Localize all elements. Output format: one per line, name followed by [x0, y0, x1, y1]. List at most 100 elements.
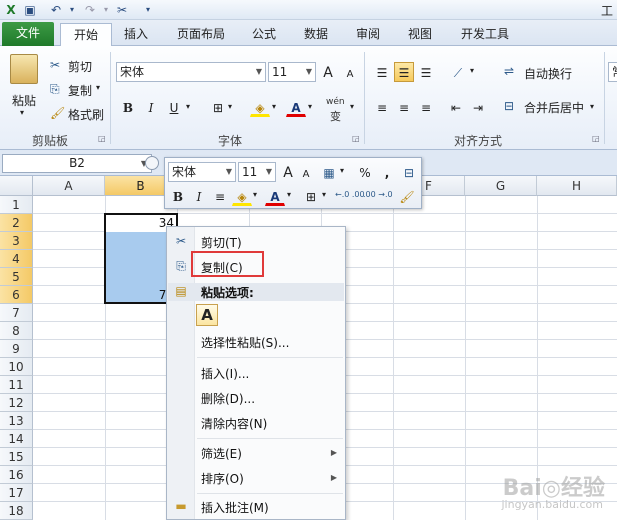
mini-comma-button[interactable]: , — [377, 162, 397, 182]
tab-file[interactable]: 文件 — [2, 22, 54, 46]
font-size-combo[interactable]: 11 ▼ — [268, 62, 316, 82]
mini-shrink-font-button[interactable]: A — [296, 164, 316, 184]
row-header[interactable]: 1 — [0, 196, 33, 214]
row-header[interactable]: 14 — [0, 430, 33, 448]
mini-bold-button[interactable]: B — [168, 186, 188, 206]
bold-button[interactable]: B — [118, 97, 138, 117]
customize-qat-icon[interactable]: ▾ — [140, 2, 156, 18]
orientation-dropdown-icon[interactable]: ▾ — [470, 66, 474, 75]
mini-percent-button[interactable]: % — [355, 162, 375, 182]
row-header[interactable]: 9 — [0, 340, 33, 358]
menu-item-clear-contents[interactable]: 清除内容(N) — [201, 415, 267, 432]
paste-button[interactable]: 粘贴 — [12, 92, 36, 109]
clipboard-launcher-icon[interactable]: ◲ — [98, 134, 106, 143]
mini-format-painter-icon[interactable]: 🖌 — [397, 186, 417, 206]
mini-number-format-dropdown-icon[interactable]: ▾ — [340, 166, 344, 175]
row-header[interactable]: 15 — [0, 448, 33, 466]
cut-button[interactable]: 剪切 — [68, 58, 92, 75]
menu-item-delete[interactable]: 删除(D)... — [201, 390, 255, 407]
menu-item-paste-special[interactable]: 选择性粘贴(S)... — [201, 334, 289, 351]
row-header[interactable]: 18 — [0, 502, 33, 520]
menu-item-insert-comment[interactable]: 插入批注(M) — [201, 499, 269, 516]
mini-center-icon[interactable]: ≡ — [210, 186, 230, 206]
mini-number-format-icon[interactable]: ▦ — [319, 162, 339, 182]
redo-dropdown-icon[interactable]: ▾ — [98, 2, 114, 18]
column-header-a[interactable]: A — [33, 176, 105, 196]
align-right-icon[interactable]: ≡ — [416, 97, 436, 117]
wrap-text-button[interactable]: 自动换行 — [524, 65, 572, 82]
formula-bar-handle[interactable] — [145, 156, 159, 170]
undo-icon[interactable]: ↶ — [48, 2, 64, 18]
italic-button[interactable]: I — [141, 97, 161, 117]
row-header[interactable]: 5 — [0, 268, 33, 286]
align-center-icon[interactable]: ≡ — [394, 97, 414, 117]
mini-fill-dropdown-icon[interactable]: ▾ — [253, 190, 257, 199]
decrease-indent-icon[interactable]: ⇤ — [446, 97, 466, 117]
mini-borders-dropdown-icon[interactable]: ▾ — [322, 190, 326, 199]
mini-italic-button[interactable]: I — [189, 186, 209, 206]
align-left-icon[interactable]: ≡ — [372, 97, 392, 117]
row-header[interactable]: 8 — [0, 322, 33, 340]
merge-dropdown-icon[interactable]: ▾ — [590, 102, 594, 111]
mini-grow-font-button[interactable]: A — [278, 162, 298, 182]
alignment-launcher-icon[interactable]: ◲ — [592, 134, 600, 143]
tab-insert[interactable]: 插入 — [116, 23, 156, 46]
select-all-corner[interactable] — [0, 176, 33, 196]
mini-font-combo[interactable]: 宋体 ▼ — [168, 162, 236, 182]
copy-button[interactable]: 复制 — [68, 82, 92, 99]
row-header[interactable]: 10 — [0, 358, 33, 376]
increase-indent-icon[interactable]: ⇥ — [468, 97, 488, 117]
name-box[interactable]: B2 ▼ — [2, 154, 152, 173]
undo-dropdown-icon[interactable]: ▾ — [64, 2, 80, 18]
underline-dropdown-icon[interactable]: ▾ — [186, 102, 190, 111]
tab-review[interactable]: 审阅 — [348, 23, 388, 46]
mini-font-color-icon[interactable]: A — [265, 186, 285, 206]
menu-item-insert[interactable]: 插入(I)... — [201, 365, 249, 382]
save-icon[interactable]: ▣ — [22, 2, 38, 18]
copy-dropdown-icon[interactable]: ▾ — [96, 83, 100, 92]
fill-color-icon[interactable]: ◈ — [250, 97, 270, 117]
mini-merge-icon[interactable]: ⊟ — [399, 162, 419, 182]
row-header[interactable]: 6 — [0, 286, 33, 304]
borders-icon[interactable]: ⊞ — [208, 97, 228, 117]
grow-font-button[interactable]: A — [318, 62, 338, 82]
menu-item-cut[interactable]: 剪切(T) — [201, 234, 242, 251]
format-painter-button[interactable]: 格式刷 — [68, 106, 104, 123]
font-family-combo[interactable]: 宋体 ▼ — [116, 62, 266, 82]
tab-data[interactable]: 数据 — [296, 23, 336, 46]
column-header-h[interactable]: H — [537, 176, 617, 196]
align-top-icon[interactable]: ☰ — [372, 62, 392, 82]
align-bottom-icon[interactable]: ☰ — [416, 62, 436, 82]
mini-fill-color-icon[interactable]: ◈ — [232, 186, 252, 206]
redo-icon[interactable]: ↷ — [82, 2, 98, 18]
mini-decrease-decimal-button[interactable]: .00 →.0 — [363, 190, 393, 199]
tab-page-layout[interactable]: 页面布局 — [170, 23, 232, 46]
font-color-dropdown-icon[interactable]: ▾ — [308, 102, 312, 111]
row-header[interactable]: 16 — [0, 466, 33, 484]
paste-keep-text-button[interactable]: A — [196, 304, 218, 326]
row-header[interactable]: 11 — [0, 376, 33, 394]
row-header[interactable]: 12 — [0, 394, 33, 412]
phonetic-guide-button[interactable]: wén — [326, 97, 345, 107]
menu-item-sort[interactable]: 排序(O) — [201, 470, 244, 487]
fill-color-dropdown-icon[interactable]: ▾ — [272, 102, 276, 111]
column-header-g[interactable]: G — [465, 176, 537, 196]
tab-view[interactable]: 视图 — [400, 23, 440, 46]
tab-developer[interactable]: 开发工具 — [454, 23, 516, 46]
font-color-icon[interactable]: A — [286, 97, 306, 117]
mini-size-combo[interactable]: 11 ▼ — [238, 162, 276, 182]
merge-center-button[interactable]: 合并后居中 — [524, 99, 584, 116]
font-launcher-icon[interactable]: ◲ — [352, 134, 360, 143]
row-header[interactable]: 13 — [0, 412, 33, 430]
row-header[interactable]: 7 — [0, 304, 33, 322]
tab-formulas[interactable]: 公式 — [244, 23, 284, 46]
paste-icon[interactable] — [10, 54, 38, 84]
row-header[interactable]: 17 — [0, 484, 33, 502]
menu-item-filter[interactable]: 筛选(E) — [201, 445, 242, 462]
tab-home[interactable]: 开始 — [60, 23, 112, 46]
number-format-combo[interactable]: 常 — [608, 62, 617, 82]
mini-borders-icon[interactable]: ⊞ — [301, 186, 321, 206]
paste-dropdown-icon[interactable]: ▾ — [20, 108, 24, 117]
mini-increase-decimal-button[interactable]: ←.0 .00 — [335, 190, 365, 199]
phonetic-dropdown-icon[interactable]: ▾ — [350, 102, 354, 111]
